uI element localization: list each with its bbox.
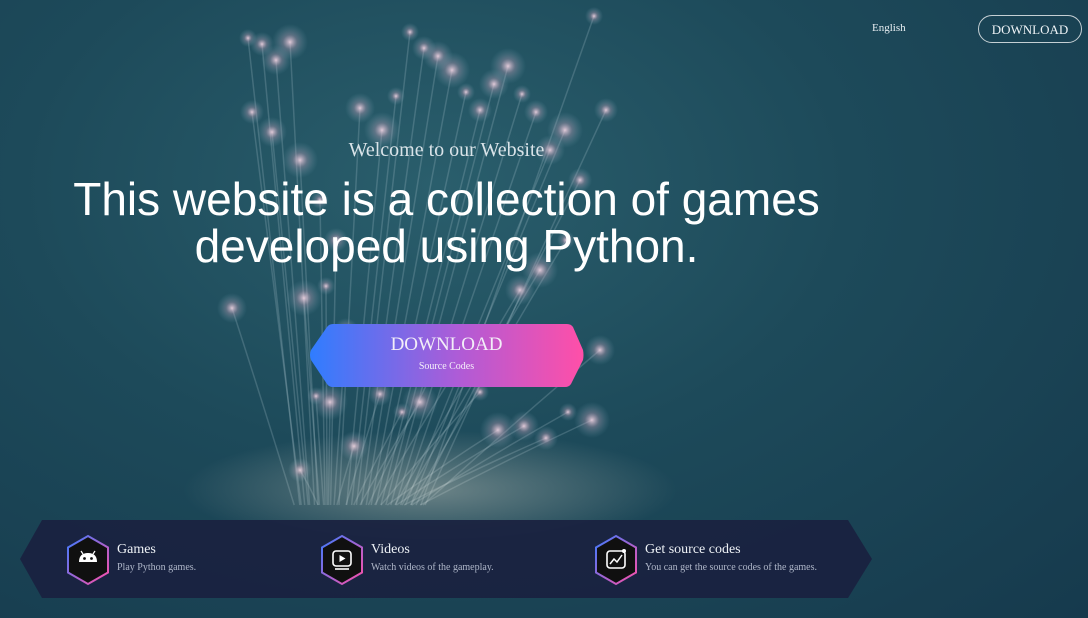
feature-bar-background	[20, 520, 872, 598]
hero-headline-line2: developed using Python.	[194, 220, 699, 272]
hero-headline: This website is a collection of games de…	[0, 176, 893, 270]
feature-videos-subtitle: Watch videos of the gameplay.	[371, 562, 494, 573]
cta-label: DOWNLOAD	[390, 334, 503, 355]
header-download-button[interactable]: DOWNLOAD	[978, 15, 1082, 43]
play-video-icon	[321, 534, 363, 586]
welcome-text: Welcome to our Website	[348, 139, 545, 161]
feature-games-title: Games	[117, 542, 156, 557]
download-source-codes-button[interactable]: DOWNLOAD Source Codes	[309, 322, 584, 388]
feature-source-codes-title: Get source codes	[645, 542, 741, 557]
feature-games-subtitle: Play Python games.	[117, 562, 197, 573]
feature-videos-title: Videos	[371, 542, 410, 557]
hero-headline-line1: This website is a collection of games	[73, 173, 820, 225]
feature-source-codes-subtitle: You can get the source codes of the game…	[645, 562, 817, 573]
cta-sublabel: Source Codes	[418, 361, 475, 372]
chart-icon	[595, 534, 637, 586]
feature-bar: Games Play Python games. Videos Watch vi…	[20, 520, 874, 598]
android-icon	[67, 534, 109, 586]
language-selector[interactable]: English	[872, 22, 906, 34]
